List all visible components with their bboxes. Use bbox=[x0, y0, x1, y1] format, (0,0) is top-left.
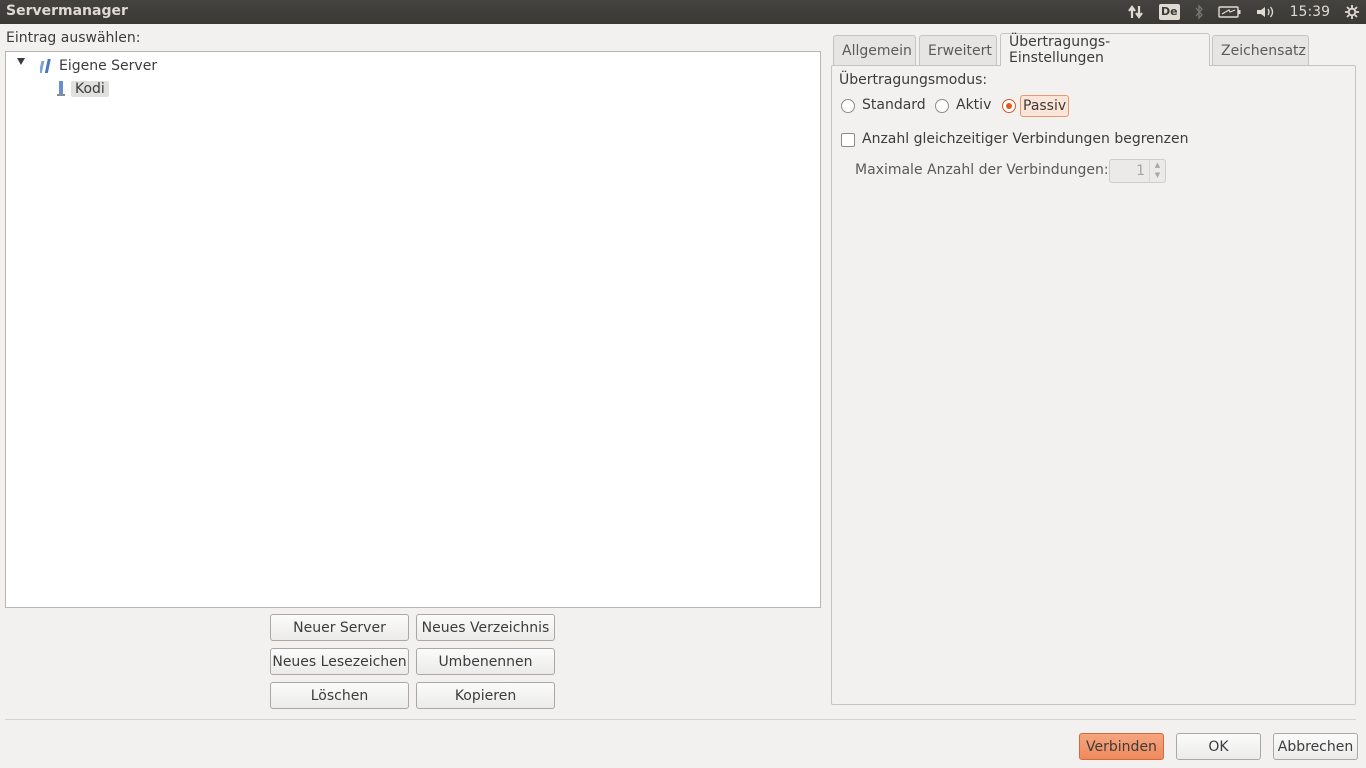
expander-arrow-icon[interactable] bbox=[17, 58, 25, 65]
limit-connections-checkbox[interactable] bbox=[841, 133, 855, 147]
max-connections-stepper[interactable]: 1 ▲ ▼ bbox=[1109, 159, 1166, 183]
top-panel: Servermanager De 15:39 bbox=[0, 0, 1366, 24]
new-bookmark-button[interactable]: Neues Lesezeichen bbox=[270, 648, 409, 675]
tree-item-label: Eigene Server bbox=[59, 58, 158, 74]
copy-button[interactable]: Kopieren bbox=[416, 682, 555, 709]
new-folder-button[interactable]: Neues Verzeichnis bbox=[416, 614, 555, 641]
tab-advanced[interactable]: Erweitert bbox=[919, 35, 997, 66]
server-tree[interactable]: Eigene Server Kodi bbox=[5, 51, 821, 608]
network-icon[interactable] bbox=[1127, 4, 1145, 20]
new-server-button[interactable]: Neuer Server bbox=[270, 614, 409, 641]
radio-passive-label[interactable]: Passiv bbox=[1020, 95, 1070, 117]
tree-item-kodi[interactable]: Kodi bbox=[56, 79, 109, 99]
clock[interactable]: 15:39 bbox=[1290, 4, 1330, 20]
tab-general[interactable]: Allgemein bbox=[833, 35, 916, 66]
cancel-button[interactable]: Abbrechen bbox=[1273, 733, 1358, 760]
ok-button[interactable]: OK bbox=[1176, 733, 1261, 760]
select-entry-label: Eintrag auswählen: bbox=[6, 30, 141, 46]
radio-standard[interactable] bbox=[841, 99, 855, 113]
max-connections-value: 1 bbox=[1136, 163, 1145, 179]
tree-item-own-servers[interactable]: Eigene Server bbox=[40, 56, 157, 76]
gear-icon[interactable] bbox=[1344, 4, 1360, 20]
radio-standard-label[interactable]: Standard bbox=[862, 97, 926, 113]
max-connections-label: Maximale Anzahl der Verbindungen: bbox=[855, 162, 1109, 178]
rename-button[interactable]: Umbenennen bbox=[416, 648, 555, 675]
footer-divider bbox=[5, 719, 1356, 720]
battery-icon[interactable] bbox=[1217, 5, 1242, 19]
keyboard-layout-indicator[interactable]: De bbox=[1159, 4, 1180, 20]
limit-connections-label[interactable]: Anzahl gleichzeitiger Verbindungen begre… bbox=[862, 131, 1189, 147]
tab-charset[interactable]: Zeichensatz bbox=[1212, 35, 1309, 66]
radio-active-label[interactable]: Aktiv bbox=[956, 97, 991, 113]
volume-icon[interactable] bbox=[1256, 5, 1276, 19]
bluetooth-icon[interactable] bbox=[1194, 4, 1204, 20]
radio-active[interactable] bbox=[935, 99, 949, 113]
tree-item-label: Kodi bbox=[71, 81, 109, 97]
server-folder-icon bbox=[40, 58, 54, 74]
stepper-arrows-icon[interactable]: ▲ ▼ bbox=[1149, 160, 1165, 182]
transfer-mode-label: Übertragungsmodus: bbox=[839, 72, 988, 88]
window-title: Servermanager bbox=[6, 3, 128, 19]
transfer-settings-panel bbox=[831, 65, 1356, 705]
server-icon bbox=[56, 80, 66, 98]
tab-transfer-settings[interactable]: Übertragungs-Einstellungen bbox=[1000, 33, 1210, 66]
connect-button[interactable]: Verbinden bbox=[1079, 733, 1164, 760]
radio-passive[interactable] bbox=[1002, 99, 1016, 113]
delete-button[interactable]: Löschen bbox=[270, 682, 409, 709]
system-tray: De 15:39 bbox=[1127, 0, 1366, 24]
